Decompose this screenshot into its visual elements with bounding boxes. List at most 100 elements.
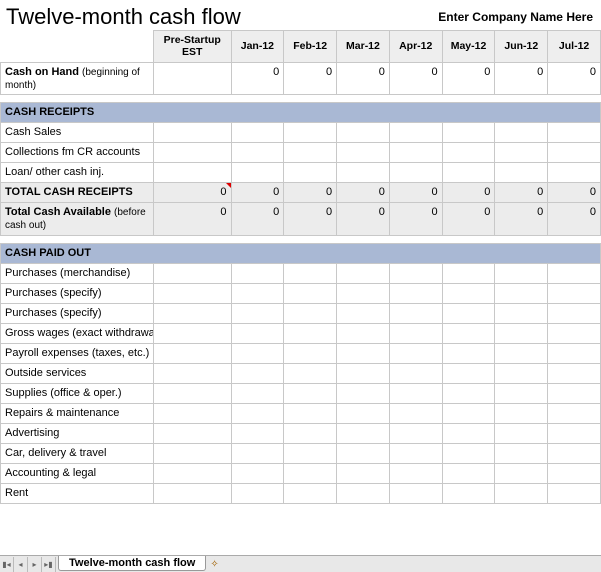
cell[interactable] [231, 483, 284, 503]
cell[interactable] [153, 463, 231, 483]
cell[interactable]: 0 [337, 183, 390, 203]
cell[interactable] [284, 303, 337, 323]
cell[interactable] [284, 343, 337, 363]
cell[interactable] [284, 163, 337, 183]
cell[interactable] [495, 443, 548, 463]
cell[interactable] [548, 383, 601, 403]
cell[interactable] [389, 483, 442, 503]
cell[interactable] [548, 363, 601, 383]
cell[interactable] [548, 323, 601, 343]
header-jun[interactable]: Jun-12 [495, 31, 548, 63]
cell[interactable] [153, 423, 231, 443]
label[interactable]: Purchases (merchandise) [1, 263, 154, 283]
label[interactable]: Purchases (specify) [1, 303, 154, 323]
cell[interactable]: 0 [389, 183, 442, 203]
cell[interactable] [231, 403, 284, 423]
cell[interactable] [153, 323, 231, 343]
cell[interactable] [495, 363, 548, 383]
cell[interactable] [442, 363, 495, 383]
cell[interactable] [442, 143, 495, 163]
cell[interactable] [153, 483, 231, 503]
cell[interactable] [495, 123, 548, 143]
cell[interactable] [548, 403, 601, 423]
cell[interactable]: 0 [231, 203, 284, 235]
cell[interactable] [442, 423, 495, 443]
cell[interactable] [231, 423, 284, 443]
label[interactable]: Purchases (specify) [1, 283, 154, 303]
cell[interactable]: 0 [495, 203, 548, 235]
cell[interactable] [495, 383, 548, 403]
label[interactable]: Collections fm CR accounts [1, 143, 154, 163]
label[interactable]: Payroll expenses (taxes, etc.) [1, 343, 154, 363]
cell[interactable] [337, 303, 390, 323]
cell[interactable] [231, 303, 284, 323]
cell[interactable] [495, 283, 548, 303]
cell[interactable] [389, 303, 442, 323]
cell[interactable] [442, 163, 495, 183]
label[interactable]: Car, delivery & travel [1, 443, 154, 463]
cell[interactable]: 0 [337, 63, 390, 95]
cell[interactable] [442, 283, 495, 303]
cell[interactable] [153, 303, 231, 323]
cell[interactable] [548, 283, 601, 303]
label[interactable]: Cash Sales [1, 123, 154, 143]
cell[interactable] [495, 343, 548, 363]
cell[interactable] [337, 123, 390, 143]
cell[interactable] [284, 483, 337, 503]
header-pre[interactable]: Pre-Startup EST [153, 31, 231, 63]
label[interactable]: Gross wages (exact withdrawal) [1, 323, 154, 343]
cell[interactable] [548, 163, 601, 183]
cell[interactable] [389, 263, 442, 283]
label[interactable]: Total Cash Available (before cash out) [1, 203, 154, 235]
header-mar[interactable]: Mar-12 [337, 31, 390, 63]
cell[interactable] [284, 423, 337, 443]
cell[interactable] [389, 463, 442, 483]
cell[interactable] [337, 483, 390, 503]
cell[interactable] [153, 443, 231, 463]
cell[interactable]: 0 [548, 183, 601, 203]
cell[interactable] [284, 263, 337, 283]
cell[interactable]: 0 [389, 203, 442, 235]
nav-last-icon[interactable]: ▸▮ [42, 557, 56, 572]
cell[interactable] [389, 363, 442, 383]
cell[interactable] [389, 423, 442, 443]
header-may[interactable]: May-12 [442, 31, 495, 63]
cell[interactable] [548, 343, 601, 363]
nav-next-icon[interactable]: ▸ [28, 557, 42, 572]
cell[interactable]: 0 [442, 183, 495, 203]
cell[interactable] [548, 123, 601, 143]
cell[interactable] [442, 263, 495, 283]
cell[interactable] [442, 323, 495, 343]
cell[interactable] [231, 363, 284, 383]
cell[interactable] [231, 443, 284, 463]
cell[interactable] [442, 303, 495, 323]
cell[interactable] [231, 283, 284, 303]
cell[interactable] [153, 283, 231, 303]
cell[interactable] [231, 163, 284, 183]
cell[interactable]: 0 [495, 183, 548, 203]
cell[interactable] [389, 143, 442, 163]
cell[interactable] [495, 323, 548, 343]
cell[interactable] [337, 323, 390, 343]
cell[interactable] [231, 123, 284, 143]
cell[interactable] [389, 123, 442, 143]
cell[interactable] [153, 363, 231, 383]
header-jul[interactable]: Jul-12 [548, 31, 601, 63]
cell[interactable] [442, 123, 495, 143]
cell[interactable]: 0 [284, 183, 337, 203]
cell[interactable] [284, 143, 337, 163]
label[interactable]: Outside services [1, 363, 154, 383]
cell[interactable] [153, 343, 231, 363]
header-jan[interactable]: Jan-12 [231, 31, 284, 63]
cell[interactable] [389, 383, 442, 403]
cell[interactable]: 0 [495, 63, 548, 95]
cell[interactable] [337, 463, 390, 483]
cell[interactable] [337, 263, 390, 283]
cell[interactable] [337, 163, 390, 183]
cell[interactable] [337, 383, 390, 403]
cell[interactable] [153, 63, 231, 95]
cell[interactable] [284, 403, 337, 423]
cell[interactable]: 0 [337, 203, 390, 235]
cell[interactable] [495, 403, 548, 423]
header-feb[interactable]: Feb-12 [284, 31, 337, 63]
